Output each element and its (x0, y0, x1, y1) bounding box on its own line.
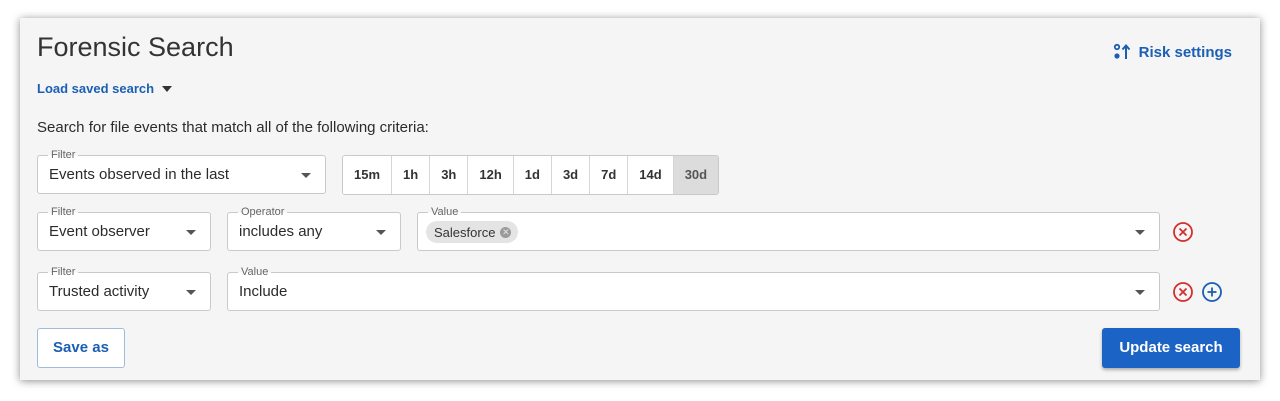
operator-value: includes any (239, 223, 323, 240)
chip-label: Salesforce (434, 224, 496, 240)
load-saved-search-dropdown[interactable]: Load saved search (37, 81, 173, 96)
caret-down-icon (162, 85, 173, 92)
range-30d[interactable]: 30d (673, 156, 719, 194)
sliders-sort-icon (1113, 43, 1130, 59)
risk-settings-link[interactable]: Risk settings (1113, 43, 1232, 61)
time-range-group: 15m 1h 3h 12h 1d 3d 7d 14d 30d (342, 155, 720, 195)
value-label: Value (238, 266, 272, 278)
range-7d[interactable]: 7d (590, 156, 629, 194)
value-value: Include (239, 283, 288, 300)
save-as-button[interactable]: Save as (37, 328, 125, 368)
range-3d[interactable]: 3d (551, 156, 591, 194)
filter-value: Trusted activity (49, 283, 150, 300)
filter-label: Filter (48, 266, 79, 278)
filter-value: Events observed in the last (49, 166, 230, 183)
add-row-icon[interactable] (1201, 281, 1223, 303)
filter-select-trusted[interactable]: Filter Trusted activity (37, 266, 211, 311)
range-15m[interactable]: 15m (343, 156, 393, 194)
value-label: Value (428, 206, 462, 218)
load-saved-search-label: Load saved search (37, 81, 155, 96)
range-1d[interactable]: 1d (513, 156, 552, 194)
remove-row-icon[interactable] (1172, 281, 1194, 303)
filter-label: Filter (48, 206, 79, 218)
forensic-search-panel: Forensic Search Risk settings Load saved… (20, 18, 1260, 380)
filter-label: Filter (48, 149, 79, 161)
chevron-down-icon (301, 173, 311, 178)
update-search-button[interactable]: Update search (1102, 328, 1240, 368)
page-title: Forensic Search (37, 32, 234, 62)
operator-label: Operator (238, 206, 288, 218)
value-multiselect[interactable]: Value Salesforce ✕ (417, 206, 1160, 251)
filter-select-time[interactable]: Filter Events observed in the last (37, 149, 326, 194)
chevron-down-icon (376, 230, 386, 235)
chip-remove-icon[interactable]: ✕ (500, 226, 512, 238)
chevron-down-icon (186, 230, 196, 235)
filter-value: Event observer (49, 223, 150, 240)
remove-row-icon[interactable] (1172, 221, 1194, 243)
chevron-down-icon (1135, 230, 1145, 235)
range-1h[interactable]: 1h (392, 156, 431, 194)
range-12h[interactable]: 12h (468, 156, 514, 194)
value-select[interactable]: Value Include (227, 266, 1160, 311)
value-chip: Salesforce ✕ (426, 221, 519, 243)
criteria-description: Search for file events that match all of… (37, 119, 429, 136)
operator-select[interactable]: Operator includes any (227, 206, 401, 251)
range-3h[interactable]: 3h (430, 156, 469, 194)
chevron-down-icon (1135, 290, 1145, 295)
chevron-down-icon (186, 290, 196, 295)
risk-settings-label: Risk settings (1138, 43, 1232, 61)
range-14d[interactable]: 14d (628, 156, 674, 194)
filter-select-observer[interactable]: Filter Event observer (37, 206, 211, 251)
